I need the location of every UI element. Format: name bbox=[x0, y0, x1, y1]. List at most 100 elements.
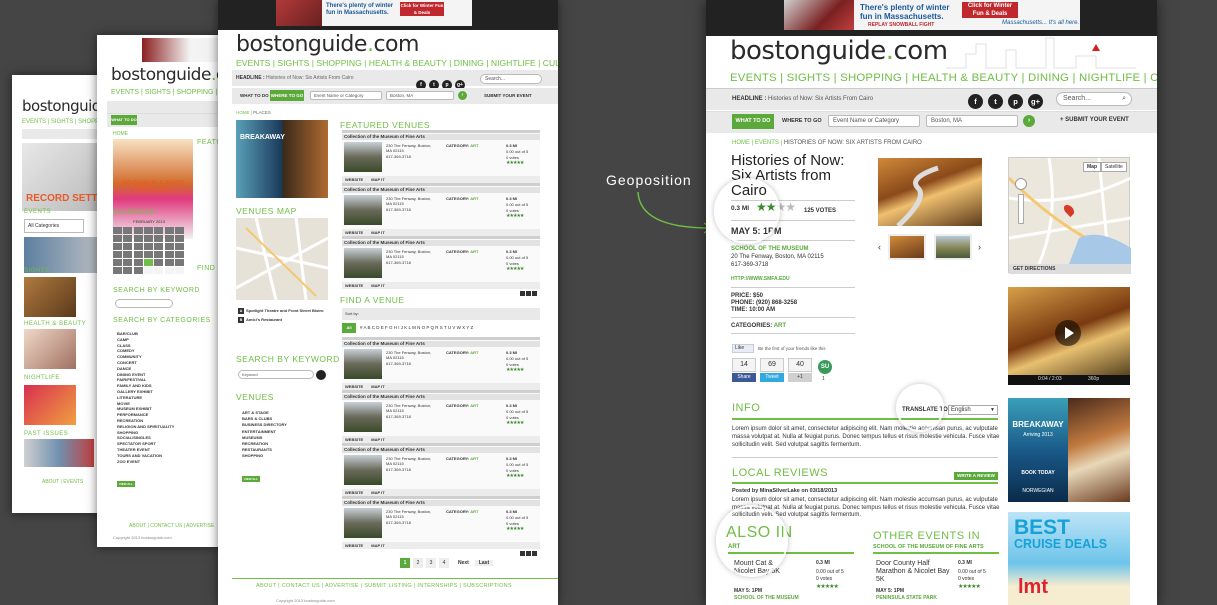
calendar-day[interactable] bbox=[133, 243, 143, 250]
map-places-list[interactable]: A Spotlight Theatre and Front Street Bist… bbox=[238, 308, 330, 326]
map-it-link[interactable]: MAP IT bbox=[371, 490, 384, 495]
event-main-photo[interactable] bbox=[878, 158, 982, 228]
other-event-place[interactable]: PENINSULA STATE PARK bbox=[876, 595, 937, 601]
map-zoom-slider[interactable] bbox=[1018, 194, 1024, 224]
twitter-icon[interactable]: t bbox=[988, 94, 1003, 109]
website-link[interactable]: WEBSITE bbox=[345, 177, 363, 182]
alpha-all-button[interactable]: All bbox=[342, 323, 356, 333]
breadcrumb-places[interactable]: PLACES bbox=[253, 110, 271, 115]
satellite-type-button[interactable]: Satellite bbox=[1101, 162, 1127, 172]
view-all-button[interactable]: VIEW ALL bbox=[117, 481, 135, 487]
category-link[interactable]: ART bbox=[774, 323, 786, 329]
health-image[interactable] bbox=[24, 329, 76, 369]
category-item[interactable]: RELIGION AND SPIRITUALITY bbox=[117, 424, 174, 430]
also-in-venue[interactable]: SCHOOL OF THE MUSEUM bbox=[734, 595, 799, 601]
event-map[interactable]: Map Satellite GET DIRECTIONS bbox=[1007, 157, 1132, 274]
search-input[interactable]: Search... ⌕ bbox=[1056, 92, 1132, 106]
map-type-button[interactable]: Map bbox=[1083, 162, 1101, 172]
view-all-button[interactable]: VIEW ALL bbox=[242, 476, 260, 482]
category-select[interactable]: All Categories bbox=[24, 219, 84, 233]
calendar-day[interactable] bbox=[164, 267, 174, 274]
calendar-day[interactable] bbox=[164, 235, 174, 242]
google-plus-icon[interactable]: g+ bbox=[1028, 94, 1043, 109]
calendar-day[interactable] bbox=[133, 235, 143, 242]
venue-name[interactable]: Collection of the Museum of Fine Arts bbox=[342, 447, 540, 453]
language-select[interactable]: English ▼ bbox=[948, 405, 998, 415]
venue-category-list[interactable]: ART & STAGE BARS & CLUBS BUSINESS DIRECTOR… bbox=[242, 410, 287, 460]
search-go-button[interactable]: › bbox=[1023, 115, 1035, 127]
calendar-day[interactable] bbox=[154, 235, 164, 242]
site-logo[interactable]: bostonguide.com bbox=[236, 32, 419, 57]
venue-link[interactable]: SCHOOL OF THE MUSEUM bbox=[731, 246, 809, 252]
calendar-day[interactable] bbox=[133, 227, 143, 234]
calendar-day[interactable] bbox=[123, 243, 133, 250]
calendar-day[interactable] bbox=[174, 251, 184, 258]
map-place-item[interactable]: A Spotlight Theatre and Front Street Bist… bbox=[238, 308, 330, 314]
venue-action-icons[interactable] bbox=[519, 283, 537, 301]
banner-cta[interactable]: Click for Winter Fun & Deals bbox=[962, 2, 1018, 18]
calendar-day[interactable] bbox=[154, 227, 164, 234]
write-review-button[interactable]: WRITE A REVIEW bbox=[954, 472, 998, 480]
calendar-day[interactable] bbox=[174, 227, 184, 234]
what-to-do-tab[interactable]: WHAT TO DO bbox=[240, 93, 269, 98]
website-link[interactable]: WEBSITE bbox=[345, 490, 363, 495]
venue-name[interactable]: Collection of the Museum of Fine Arts bbox=[342, 341, 540, 347]
map-it-link[interactable]: MAP IT bbox=[371, 543, 384, 548]
venue-stars[interactable]: ★★★★★ bbox=[506, 213, 524, 219]
location-input[interactable]: Boston, MA bbox=[926, 115, 1018, 127]
nightlife-image[interactable] bbox=[24, 385, 76, 425]
search-input[interactable]: Search... bbox=[480, 74, 542, 84]
venue-category-item[interactable]: SHOPPING bbox=[242, 453, 287, 459]
website-link[interactable]: WEBSITE bbox=[345, 230, 363, 235]
share-icon[interactable] bbox=[526, 291, 531, 296]
calendar-day[interactable] bbox=[164, 259, 174, 266]
calendar-day[interactable] bbox=[154, 251, 164, 258]
alphabet-filter[interactable]: All # A B C D E F G H I J K L M N O P Q R… bbox=[342, 323, 540, 333]
share-button[interactable]: +1 bbox=[788, 373, 812, 382]
cruise-ad-small[interactable]: BREAKAWAY bbox=[236, 120, 328, 198]
calendar-day[interactable] bbox=[174, 235, 184, 242]
what-to-do-tab[interactable]: WHAT TO DO bbox=[111, 115, 137, 125]
map-it-link[interactable]: MAP IT bbox=[371, 384, 384, 389]
social-icons[interactable]: f t p g+ bbox=[968, 91, 1048, 109]
main-nav[interactable]: EVENTS | SIGHTS | SHOPPING | HEALTH & BE… bbox=[236, 58, 558, 68]
venues-map[interactable] bbox=[236, 218, 328, 300]
alphabet-letters[interactable]: # A B C D E F G H I J K L M N O P Q R S … bbox=[360, 325, 473, 330]
calendar-day[interactable] bbox=[123, 259, 133, 266]
calendar-day[interactable] bbox=[133, 251, 143, 258]
event-name-input[interactable]: Event Name or Category bbox=[828, 115, 920, 127]
keyword-input[interactable] bbox=[115, 299, 173, 308]
last-page-link[interactable]: Last bbox=[474, 560, 494, 566]
calendar-day[interactable] bbox=[123, 251, 133, 258]
category-item[interactable]: ZOO EVENT bbox=[117, 459, 174, 465]
cruise-ad[interactable]: BREAKAWAY Arriving 2013 BOOK TODAY NORWE… bbox=[1008, 398, 1068, 502]
also-in-stars[interactable]: ★★★★★ bbox=[816, 583, 839, 590]
venue-name[interactable]: Collection of the Museum of Fine Arts bbox=[342, 500, 540, 506]
calendar-day[interactable] bbox=[123, 227, 133, 234]
venue-stars[interactable]: ★★★★★ bbox=[506, 473, 524, 479]
other-events-venue-link[interactable]: SCHOOL OF THE MUSEUM OF FINE ARTS bbox=[873, 544, 984, 550]
pinterest-icon[interactable]: p bbox=[1008, 94, 1023, 109]
website-link[interactable]: WEBSITE bbox=[345, 437, 363, 442]
calendar-day[interactable] bbox=[113, 235, 122, 242]
banner-ad[interactable]: There's plenty of winter fun in Massachu… bbox=[276, 0, 472, 26]
cabin-ad-image[interactable] bbox=[1068, 398, 1130, 502]
breadcrumb[interactable]: HOME bbox=[113, 131, 128, 137]
calendar-day[interactable] bbox=[174, 259, 184, 266]
category-link[interactable]: ART bbox=[469, 403, 478, 408]
pagination[interactable]: 1 2 3 4 Next Last bbox=[400, 558, 494, 568]
calendar-day[interactable] bbox=[133, 267, 143, 274]
calendar-day[interactable] bbox=[113, 267, 122, 274]
footer-links[interactable]: ABOUT | EVENTS bbox=[42, 479, 83, 485]
calendar-day[interactable] bbox=[143, 259, 153, 266]
location-input[interactable]: Boston, MA bbox=[386, 91, 454, 100]
venue-photo[interactable] bbox=[344, 195, 382, 225]
breadcrumb-home[interactable]: HOME bbox=[236, 110, 250, 115]
map-it-link[interactable]: MAP IT bbox=[371, 177, 384, 182]
calendar-day[interactable] bbox=[154, 259, 164, 266]
venue-stars[interactable]: ★★★★★ bbox=[506, 526, 524, 532]
site-logo[interactable]: bostonguide.com bbox=[730, 36, 948, 66]
map-place-item[interactable]: B Amici's Restaurant bbox=[238, 317, 330, 323]
where-to-go-tab[interactable]: WHERE TO GO bbox=[782, 118, 822, 124]
calendar-day[interactable] bbox=[154, 243, 164, 250]
